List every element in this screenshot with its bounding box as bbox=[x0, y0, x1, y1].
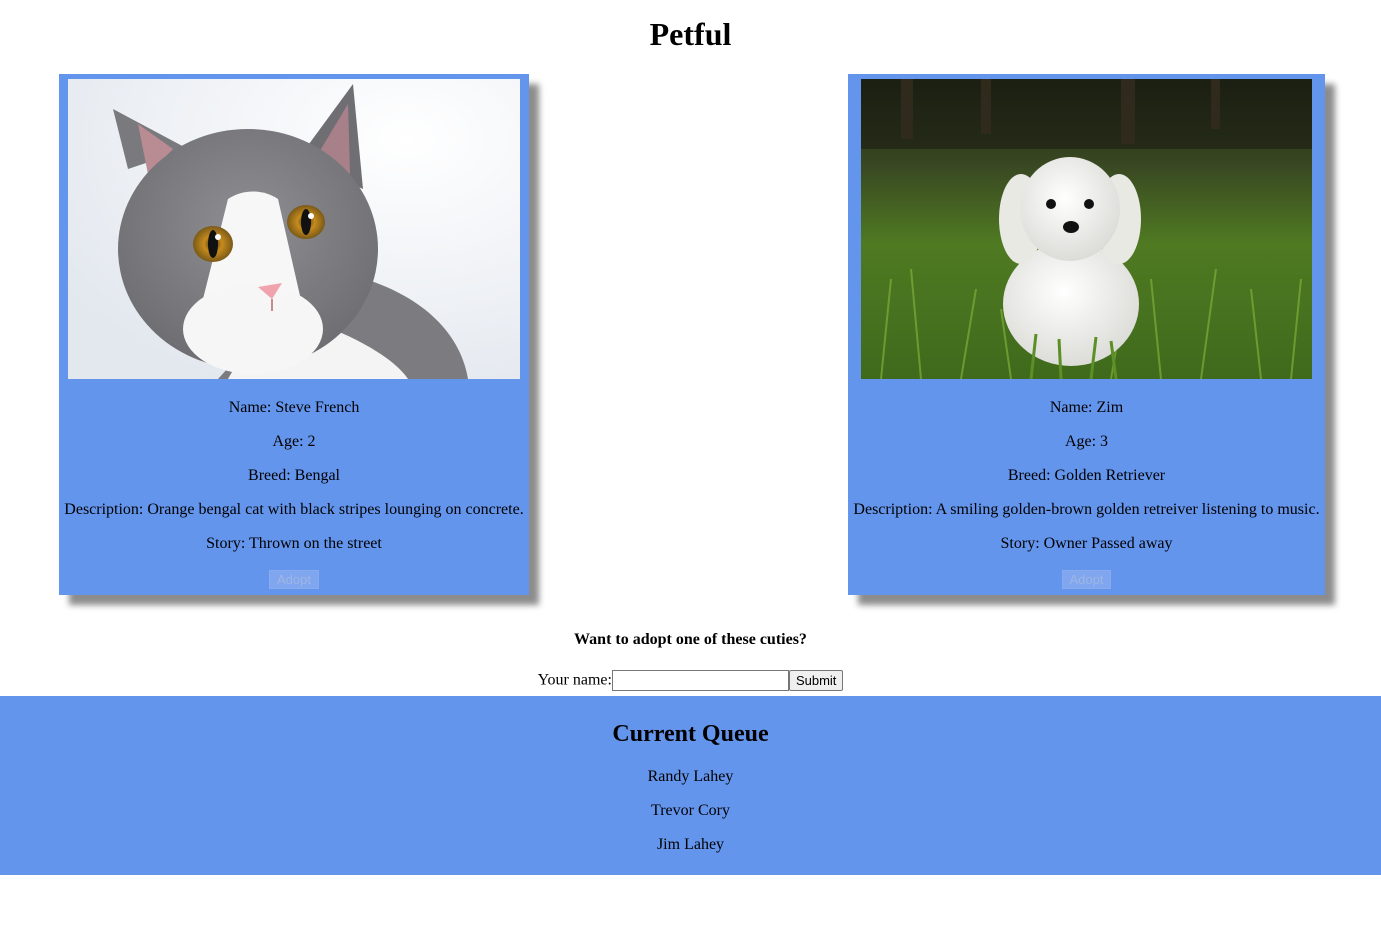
dog-card: Name: Zim Age: 3 Breed: Golden Retriever… bbox=[848, 74, 1325, 595]
adoption-form: Your name: Submit bbox=[0, 669, 1381, 691]
pet-story: Story: Thrown on the street bbox=[206, 535, 382, 552]
queue-item: Trevor Cory bbox=[651, 802, 730, 819]
cat-photo bbox=[68, 79, 520, 379]
name-label: Your name: bbox=[537, 671, 612, 689]
queue-list: Randy Lahey Trevor Cory Jim Lahey bbox=[0, 766, 1381, 868]
queue-title: Current Queue bbox=[612, 721, 769, 747]
adoption-prompt: Want to adopt one of these cuties? bbox=[574, 631, 807, 648]
pet-age: Age: 3 bbox=[1064, 433, 1109, 450]
pet-breed: Breed: Bengal bbox=[248, 467, 340, 484]
pet-breed: Breed: Golden Retriever bbox=[1007, 467, 1166, 484]
pet-description: Description: A smiling golden-brown gold… bbox=[853, 501, 1320, 518]
pet-story: Story: Owner Passed away bbox=[1000, 535, 1173, 552]
name-input[interactable] bbox=[611, 669, 789, 691]
adopt-cat-button[interactable]: Adopt bbox=[269, 570, 319, 589]
queue-item: Randy Lahey bbox=[647, 768, 734, 785]
submit-button[interactable]: Submit bbox=[788, 669, 844, 691]
queue-item: Jim Lahey bbox=[656, 836, 725, 853]
current-queue: Current Queue Randy Lahey Trevor Cory Ji… bbox=[0, 696, 1381, 875]
pet-age: Age: 2 bbox=[272, 433, 316, 450]
page-title: Petful bbox=[649, 16, 732, 52]
pet-name: Name: Steve French bbox=[228, 399, 360, 416]
adopt-dog-button[interactable]: Adopt bbox=[1061, 570, 1112, 589]
pet-name: Name: Zim bbox=[1049, 399, 1124, 416]
cat-card: Name: Steve French Age: 2 Breed: Bengal … bbox=[59, 74, 529, 595]
pet-description: Description: Orange bengal cat with blac… bbox=[64, 501, 524, 518]
dog-photo bbox=[861, 79, 1312, 379]
